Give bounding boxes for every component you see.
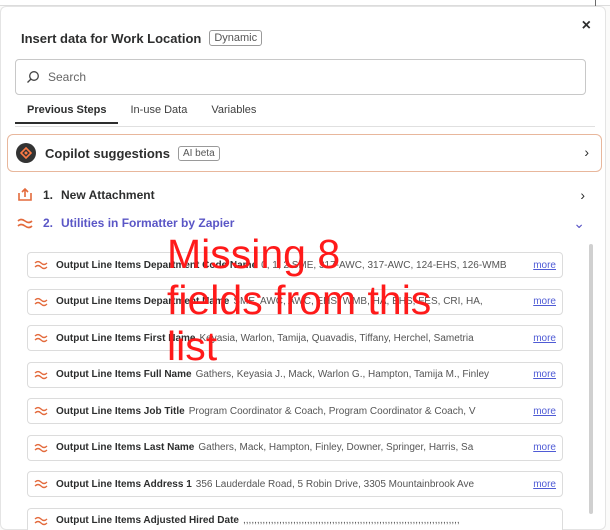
- insert-data-dialog: Insert data for Work Location Dynamic × …: [0, 6, 606, 530]
- more-link[interactable]: more: [529, 259, 562, 271]
- more-link[interactable]: more: [529, 369, 562, 380]
- field-value: Gathers, Keyasia J., Mack, Warlon G., Ha…: [195, 369, 490, 380]
- field-row[interactable]: Output Line Items Address 1 356 Lauderda…: [27, 471, 563, 497]
- field-value: 356 Lauderdale Road, 5 Robin Drive, 3305…: [195, 478, 475, 490]
- field-label: Output Line Items Adjusted Hired Date: [56, 515, 239, 526]
- field-label: Output Line Items Address 1: [56, 478, 192, 490]
- dialog-header: Insert data for Work Location Dynamic: [21, 27, 263, 49]
- field-value: Gathers, Mack, Hampton, Finley, Downer, …: [198, 442, 474, 453]
- formatter-icon: [34, 516, 48, 525]
- field-label: Output Line Items Job Title: [56, 405, 185, 417]
- step-number: 1.: [43, 187, 54, 202]
- step-new-attachment[interactable]: 1. New Attachment: [17, 187, 155, 202]
- field-row[interactable]: Output Line Items Department Name SME, A…: [27, 288, 563, 315]
- formatter-icon: [34, 479, 48, 489]
- field-value: 0, 1, 2 SME, 317-AWC, 317-AWC, 124-EHS, …: [261, 259, 507, 271]
- step-number: 2.: [43, 216, 54, 230]
- chevron-right-icon: ›: [584, 144, 589, 160]
- copilot-label: Copilot suggestions: [45, 145, 170, 161]
- more-link[interactable]: more: [529, 478, 562, 490]
- field-value: ,,,,,,,,,,,,,,,,,,,,,,,,,,,,,,,,,,,,,,,,…: [242, 515, 460, 526]
- more-link[interactable]: more: [529, 442, 562, 453]
- field-row[interactable]: Output Line Items Adjusted Hired Date ,,…: [27, 507, 563, 530]
- step-formatter[interactable]: 2. Utilities in Formatter by Zapier: [17, 216, 234, 230]
- formatter-icon: [34, 297, 48, 306]
- dialog-title: Insert data for Work Location: [21, 30, 202, 46]
- tab-variables[interactable]: Variables: [199, 104, 268, 124]
- field-value: SME, AWC, AWC, EHS, WMB, HA, EHS, FES, C…: [233, 296, 483, 307]
- field-value: Program Coordinator & Coach, Program Coo…: [188, 405, 476, 417]
- chevron-down-icon[interactable]: ⌄: [573, 215, 585, 232]
- formatter-icon: [34, 260, 48, 270]
- tab-divider: [15, 126, 595, 127]
- formatter-icon: [17, 218, 33, 229]
- ai-beta-badge: AI beta: [177, 145, 220, 161]
- chevron-right-icon[interactable]: ›: [580, 187, 585, 203]
- list-scrollbar[interactable]: [589, 244, 593, 514]
- copilot-suggestions-row[interactable]: Copilot suggestions AI beta ›: [7, 134, 602, 172]
- field-row[interactable]: Output Line Items Job Title Program Coor…: [27, 398, 563, 424]
- tab-previous-steps[interactable]: Previous Steps: [15, 104, 119, 124]
- field-row[interactable]: Output Line Items Full Name Gathers, Key…: [27, 361, 563, 388]
- more-link[interactable]: more: [529, 296, 562, 307]
- field-row[interactable]: Output Line Items Last Name Gathers, Mac…: [27, 434, 563, 461]
- field-row[interactable]: Output Line Items Department Code Name 0…: [27, 252, 563, 278]
- search-input[interactable]: [48, 70, 568, 84]
- field-label: Output Line Items First Name: [56, 332, 196, 344]
- field-value: Keyasia, Warlon, Tamija, Quavadis, Tiffa…: [199, 332, 474, 344]
- search-icon: [27, 71, 39, 83]
- step-label: New Attachment: [61, 187, 155, 202]
- field-list: Output Line Items Department Code Name 0…: [27, 252, 563, 530]
- more-link[interactable]: more: [529, 332, 562, 344]
- formatter-icon: [34, 443, 48, 452]
- formatter-icon: [34, 406, 48, 416]
- tab-in-use-data[interactable]: In-use Data: [118, 104, 199, 124]
- search-box[interactable]: [15, 59, 586, 95]
- field-row[interactable]: Output Line Items First Name Keyasia, Wa…: [27, 325, 563, 351]
- step-label: Utilities in Formatter by Zapier: [61, 216, 235, 230]
- field-label: Output Line Items Last Name: [56, 442, 195, 453]
- formatter-icon: [34, 370, 48, 379]
- copilot-icon: [16, 143, 36, 163]
- field-label: Output Line Items Department Code Name: [56, 259, 258, 271]
- formatter-icon: [34, 333, 48, 343]
- field-label: Output Line Items Department Name: [56, 296, 230, 307]
- more-link[interactable]: more: [529, 405, 562, 417]
- dynamic-badge: Dynamic: [209, 30, 263, 46]
- tab-bar: Previous Steps In-use Data Variables: [15, 104, 268, 124]
- copilot-glyph-icon: [20, 147, 32, 159]
- upload-icon: [18, 187, 32, 201]
- close-icon[interactable]: ×: [582, 17, 591, 35]
- field-label: Output Line Items Full Name: [56, 369, 192, 380]
